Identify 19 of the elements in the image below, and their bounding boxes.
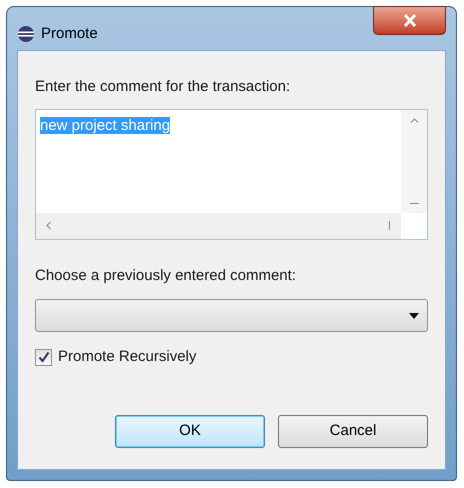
history-label: Choose a previously entered comment: [35,266,297,286]
scroll-left-icon [46,221,51,230]
window-title: Promote [41,24,98,44]
horizontal-scrollbar[interactable] [36,212,401,238]
dropdown-caret-icon [409,312,419,318]
history-dropdown[interactable] [35,299,428,332]
recursive-checkbox[interactable] [35,348,52,366]
check-icon [38,351,50,364]
vertical-scrollbar[interactable] [401,110,427,212]
close-icon [402,14,416,27]
app-icon [17,25,35,44]
scroll-up-icon [410,118,418,122]
dialog-button[interactable]: Cancel [278,415,428,448]
recursive-label: Promote Recursively [58,347,196,367]
scroll-down-icon [410,202,418,204]
comment-label: Enter the comment for the transaction: [35,77,292,97]
comment-text: new project sharing [40,116,170,134]
close-button[interactable] [373,6,446,35]
dialog-button[interactable]: OK [115,415,265,448]
